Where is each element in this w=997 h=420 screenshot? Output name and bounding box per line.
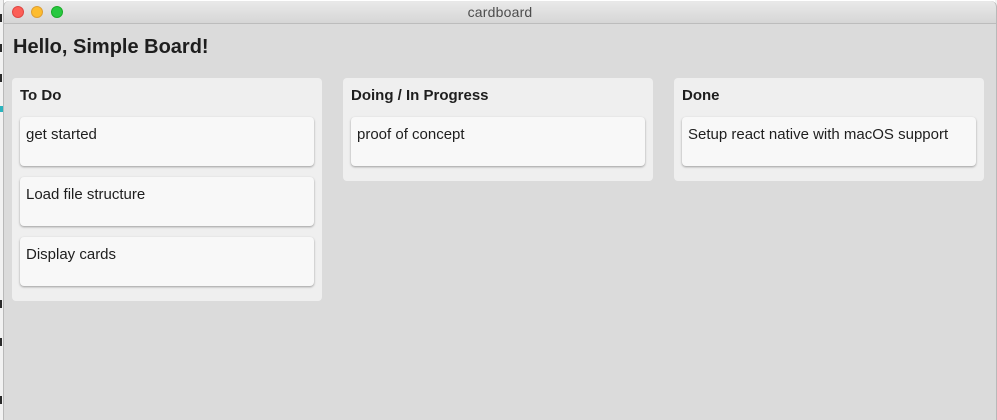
card-text: get started — [26, 126, 97, 143]
column-todo: To Do get started Load file structure Di… — [12, 78, 322, 301]
card-text: Load file structure — [26, 186, 146, 203]
title-bar[interactable]: cardboard — [4, 1, 996, 24]
card-text: proof of concept — [357, 126, 465, 143]
column-done: Done Setup react native with macOS suppo… — [674, 78, 984, 181]
card-text: Setup react native with macOS support — [688, 126, 949, 143]
card-text: Display cards — [26, 246, 117, 263]
column-title: Doing / In Progress — [351, 87, 489, 104]
window-title: cardboard — [467, 4, 533, 20]
card[interactable]: Setup react native with macOS support — [682, 117, 976, 166]
card[interactable]: Display cards — [20, 237, 314, 286]
desktop: cardboard Hello, Simple Board! To Do get… — [0, 0, 997, 420]
column-title: Done — [682, 87, 720, 104]
board-heading: Hello, Simple Board! — [13, 36, 209, 58]
board: Hello, Simple Board! To Do get started L… — [4, 24, 996, 420]
column-doing: Doing / In Progress proof of concept — [343, 78, 653, 181]
column-title: To Do — [20, 87, 62, 104]
card[interactable]: get started — [20, 117, 314, 166]
app-window: cardboard Hello, Simple Board! To Do get… — [3, 1, 997, 420]
card[interactable]: proof of concept — [351, 117, 645, 166]
card[interactable]: Load file structure — [20, 177, 314, 226]
